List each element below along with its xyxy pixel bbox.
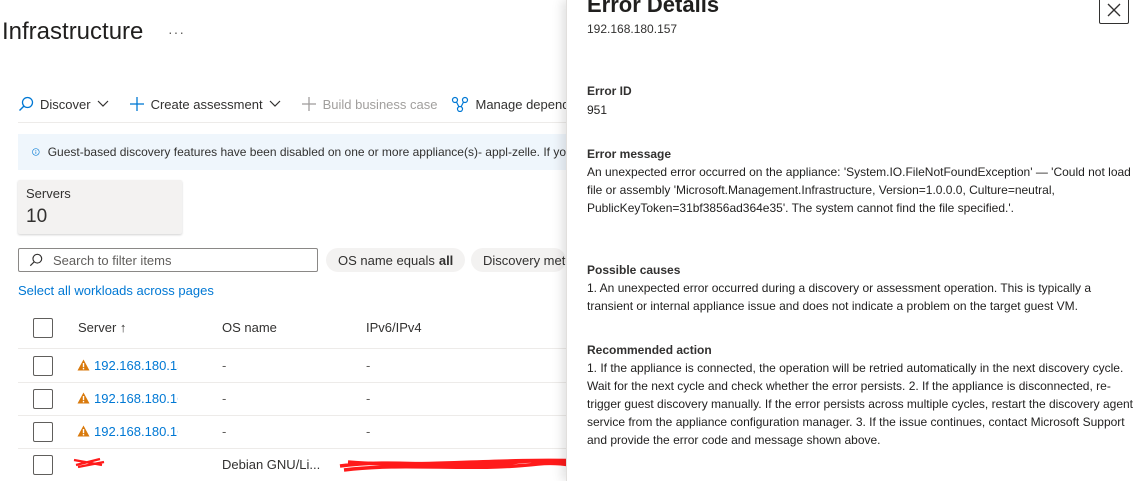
- search-icon: [29, 253, 43, 267]
- select-all-checkbox[interactable]: [33, 318, 53, 338]
- error-details-panel: Error Details 192.168.180.157 Error ID 9…: [566, 0, 1141, 481]
- search-icon: [19, 96, 34, 111]
- search-placeholder: Search to filter items: [53, 252, 172, 268]
- discovery-filter-pill[interactable]: Discovery met: [471, 248, 566, 272]
- page-title: Infrastructure: [2, 18, 144, 45]
- table-row[interactable]: 192.168.180.16 - -: [18, 382, 566, 416]
- os-cell: -: [222, 391, 227, 406]
- plus-icon: [301, 97, 316, 111]
- os-filter-label: OS name equals: [338, 252, 435, 268]
- warning-icon: [77, 392, 90, 404]
- discover-label: Discover: [40, 96, 91, 112]
- error-id-label: Error ID: [587, 84, 632, 98]
- table-row[interactable]: 192.168.180.157 - -: [18, 349, 566, 383]
- search-input[interactable]: Search to filter items: [18, 248, 318, 272]
- ip-cell: -: [366, 358, 371, 373]
- dependencies-icon: [452, 96, 469, 112]
- manage-dependencies-button[interactable]: Manage depend: [451, 96, 569, 112]
- server-link[interactable]: 192.168.180.16: [94, 424, 178, 439]
- possible-causes-label: Possible causes: [587, 263, 681, 277]
- manage-dependencies-label: Manage depend: [475, 96, 570, 112]
- row-checkbox[interactable]: [33, 356, 53, 376]
- warning-icon: [77, 425, 90, 437]
- warning-icon: [77, 359, 90, 371]
- row-checkbox[interactable]: [33, 422, 53, 442]
- build-business-case-button[interactable]: Build business case: [301, 96, 438, 112]
- servers-count: 10: [26, 206, 48, 227]
- more-options-button[interactable]: ···: [168, 24, 185, 40]
- recommended-action-label: Recommended action: [587, 343, 712, 357]
- info-icon: [32, 148, 40, 156]
- redaction-scribble: [339, 458, 595, 472]
- server-cell: 192.168.180.157: [77, 358, 178, 373]
- toolbar-divider: [18, 122, 566, 123]
- row-checkbox[interactable]: [33, 455, 53, 475]
- panel-subtitle: 192.168.180.157: [587, 22, 678, 36]
- command-bar: Discover Create assessment Build busines…: [18, 92, 583, 116]
- close-button[interactable]: [1099, 0, 1129, 24]
- table-header: Server ↑ OS name IPv6/IPv4: [18, 308, 566, 349]
- servers-label: Servers: [26, 186, 71, 201]
- column-header-os[interactable]: OS name: [222, 320, 277, 335]
- os-filter-pill[interactable]: OS name equals all: [326, 248, 466, 272]
- plus-icon: [129, 97, 144, 111]
- os-cell: -: [222, 424, 227, 439]
- server-link[interactable]: 192.168.180.157: [94, 358, 178, 373]
- chevron-down-icon: [269, 100, 281, 107]
- possible-causes-text: 1. An unexpected error occurred during a…: [587, 281, 1092, 313]
- discovery-filter-label: Discovery met: [483, 252, 566, 268]
- create-assessment-label: Create assessment: [150, 96, 263, 112]
- os-filter-value: all: [438, 252, 454, 268]
- server-link[interactable]: 192.168.180.16: [94, 391, 178, 406]
- row-checkbox[interactable]: [33, 389, 53, 409]
- recommended-action-text: 1. If the appliance is connected, the op…: [587, 361, 1133, 447]
- server-cell: 192.168.180.16: [77, 424, 178, 439]
- servers-summary-card[interactable]: Servers 10: [18, 180, 182, 234]
- redaction-scribble: [73, 457, 105, 469]
- os-cell: -: [222, 358, 227, 373]
- select-all-link[interactable]: Select all workloads across pages: [18, 283, 214, 298]
- error-message-text: An unexpected error occurred on the appl…: [587, 165, 1131, 215]
- info-banner: Guest-based discovery features have been…: [18, 134, 566, 170]
- discover-button[interactable]: Discover: [18, 96, 115, 112]
- error-id-value: 951: [587, 103, 608, 117]
- os-cell: Debian GNU/Li...: [222, 457, 321, 472]
- build-business-case-label: Build business case: [322, 96, 438, 112]
- column-header-server[interactable]: Server ↑: [78, 320, 126, 335]
- create-assessment-button[interactable]: Create assessment: [129, 96, 287, 112]
- chevron-down-icon: [97, 100, 109, 107]
- table-row[interactable]: Debian GNU/Li...: [18, 448, 595, 481]
- server-cell: 192.168.180.16: [77, 391, 178, 406]
- error-message-label: Error message: [587, 147, 672, 161]
- column-header-ip[interactable]: IPv6/IPv4: [366, 320, 422, 335]
- panel-title: Error Details: [587, 0, 720, 17]
- table-row[interactable]: 192.168.180.16 - -: [18, 415, 566, 449]
- banner-text: Guest-based discovery features have been…: [47, 145, 566, 159]
- ip-cell: -: [366, 391, 371, 406]
- ip-cell: -: [366, 424, 371, 439]
- close-icon: [1107, 3, 1121, 17]
